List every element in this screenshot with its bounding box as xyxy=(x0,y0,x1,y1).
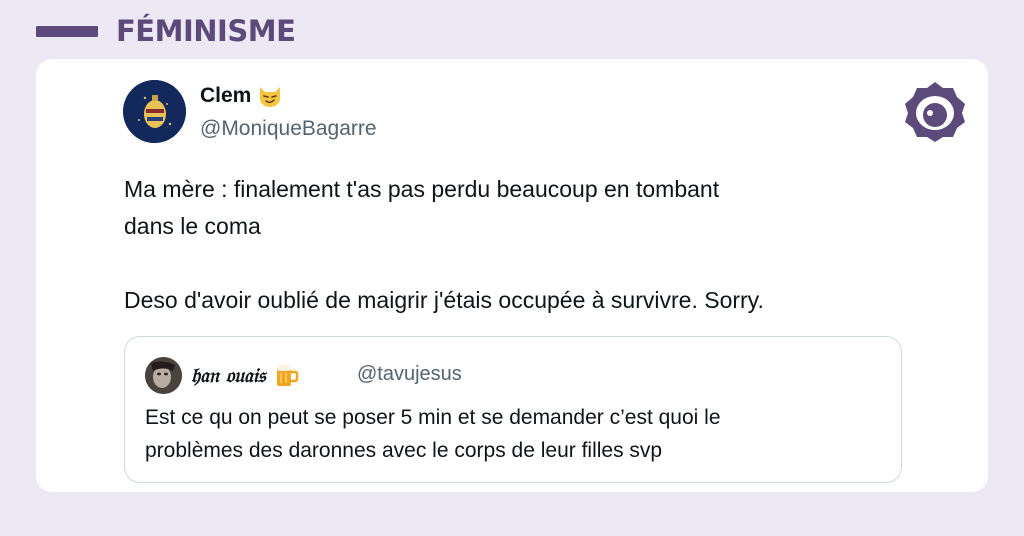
quoted-author-avatar[interactable] xyxy=(145,357,182,394)
quoted-tweet[interactable]: 𝔥𝔞𝔫 𝔬𝔲𝔞𝔦𝔰 @tavujesus Est ce qu on peut s… xyxy=(124,336,902,483)
category-bar xyxy=(36,25,98,37)
beer-mug-icon xyxy=(273,362,299,388)
author-name[interactable]: Clem xyxy=(200,84,283,108)
quoted-author-name-text: 𝔥𝔞𝔫 𝔬𝔲𝔞𝔦𝔰 xyxy=(191,363,266,387)
category-label: FÉMINISME xyxy=(116,14,296,48)
author-avatar-image xyxy=(123,80,186,143)
author-handle[interactable]: @MoniqueBagarre xyxy=(200,117,377,141)
author-avatar[interactable] xyxy=(123,80,186,143)
quoted-author-name[interactable]: 𝔥𝔞𝔫 𝔬𝔲𝔞𝔦𝔰 xyxy=(191,362,299,388)
quoted-tweet-text: Est ce qu on peut se poser 5 min et se d… xyxy=(145,401,865,467)
quoted-author-handle[interactable]: @tavujesus xyxy=(357,363,462,386)
brand-logo-icon xyxy=(903,80,967,144)
author-name-text: Clem xyxy=(200,84,252,107)
category-header: FÉMINISME xyxy=(36,14,296,48)
tweet-line: Ma mère : finalement t'as pas perdu beau… xyxy=(124,176,720,202)
quoted-tweet-line: problèmes des daronnes avec le corps de … xyxy=(145,439,663,462)
tweet-text: Ma mère : finalement t'as pas perdu beau… xyxy=(124,171,904,319)
tweet-line: dans le coma xyxy=(124,213,261,239)
smirking-cat-icon xyxy=(257,84,283,108)
tweet-card[interactable]: Clem @MoniqueBagarre Ma mère : finalemen… xyxy=(36,59,988,492)
quoted-tweet-line: Est ce qu on peut se poser 5 min et se d… xyxy=(145,406,721,429)
tweet-line: Deso d'avoir oublié de maigrir j'étais o… xyxy=(124,287,764,313)
